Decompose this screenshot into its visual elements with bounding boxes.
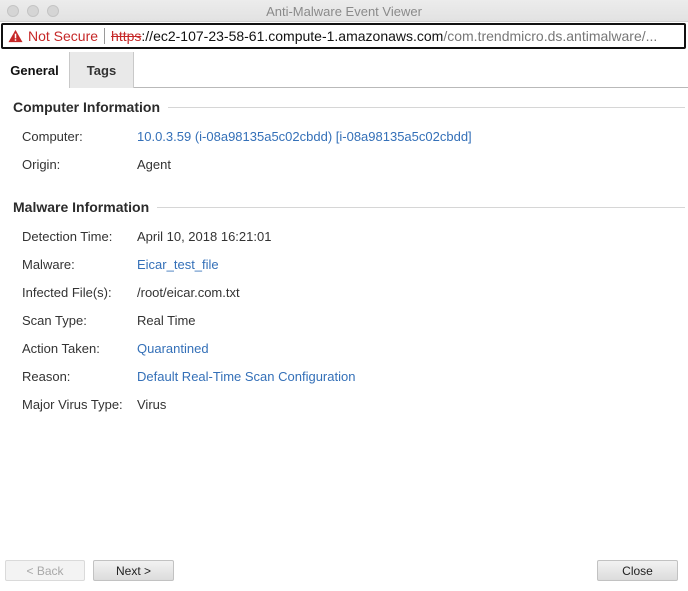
malware-information-header: Malware Information [13,198,685,216]
tab-bar: General Tags [0,50,688,88]
title-bar[interactable]: Anti-Malware Event Viewer [0,0,688,22]
major-virus-type-value: Virus [137,396,167,412]
field-label: Computer: [22,128,83,144]
detection-time-row: Detection Time: April 10, 2018 16:21:01 [22,227,271,245]
section-divider [157,206,685,208]
close-button[interactable]: Close [597,560,678,581]
section-divider [168,106,685,108]
malware-row: Malware: Eicar_test_file [22,255,219,273]
infected-files-value: /root/eicar.com.txt [137,284,240,300]
field-label: Action Taken: [22,340,100,356]
tab-general[interactable]: General [0,52,69,88]
computer-information-header: Computer Information [13,98,685,116]
back-button[interactable]: < Back [5,560,85,581]
section-title: Computer Information [13,99,160,115]
window-title: Anti-Malware Event Viewer [266,4,422,19]
scan-type-row: Scan Type: Real Time [22,311,196,329]
reason-row: Reason: Default Real-Time Scan Configura… [22,367,355,385]
tab-tags[interactable]: Tags [69,52,134,88]
not-secure-label[interactable]: Not Secure [28,28,98,44]
field-label: Infected File(s): [22,284,112,300]
field-label: Scan Type: [22,312,87,328]
section-title: Malware Information [13,199,150,215]
action-taken-row: Action Taken: Quarantined [22,339,209,357]
origin-value: Agent [137,156,171,172]
url-host: ://ec2-107-23-58-61.compute-1.amazonaws.… [141,28,444,44]
address-bar[interactable]: Not Secure https ://ec2-107-23-58-61.com… [1,23,686,49]
computer-row: Computer: 10.0.3.59 (i-08a98135a5c02cbdd… [22,127,472,145]
field-label: Detection Time: [22,228,113,244]
detection-time-value: April 10, 2018 16:21:01 [137,228,272,244]
major-virus-type-row: Major Virus Type: Virus [22,395,166,413]
url-scheme: https [111,28,142,44]
reason-link[interactable]: Default Real-Time Scan Configuration [137,369,355,384]
field-label: Malware: [22,256,75,272]
next-button[interactable]: Next > [93,560,174,581]
event-viewer-window: Anti-Malware Event Viewer Not Secure htt… [0,0,688,591]
action-taken-link[interactable]: Quarantined [137,341,209,356]
url-path: /com.trendmicro.ds.antimalware/... [443,28,658,44]
origin-row: Origin: Agent [22,155,171,173]
scan-type-value: Real Time [137,312,196,328]
warning-triangle-icon [8,29,23,43]
malware-link[interactable]: Eicar_test_file [137,257,219,272]
url-separator [104,28,106,44]
field-label: Reason: [22,368,71,384]
field-label: Major Virus Type: [22,396,123,412]
computer-link[interactable]: 10.0.3.59 (i-08a98135a5c02cbdd) [i-08a98… [137,129,472,144]
field-label: Origin: [22,156,61,172]
infected-files-row: Infected File(s): /root/eicar.com.txt [22,283,240,301]
